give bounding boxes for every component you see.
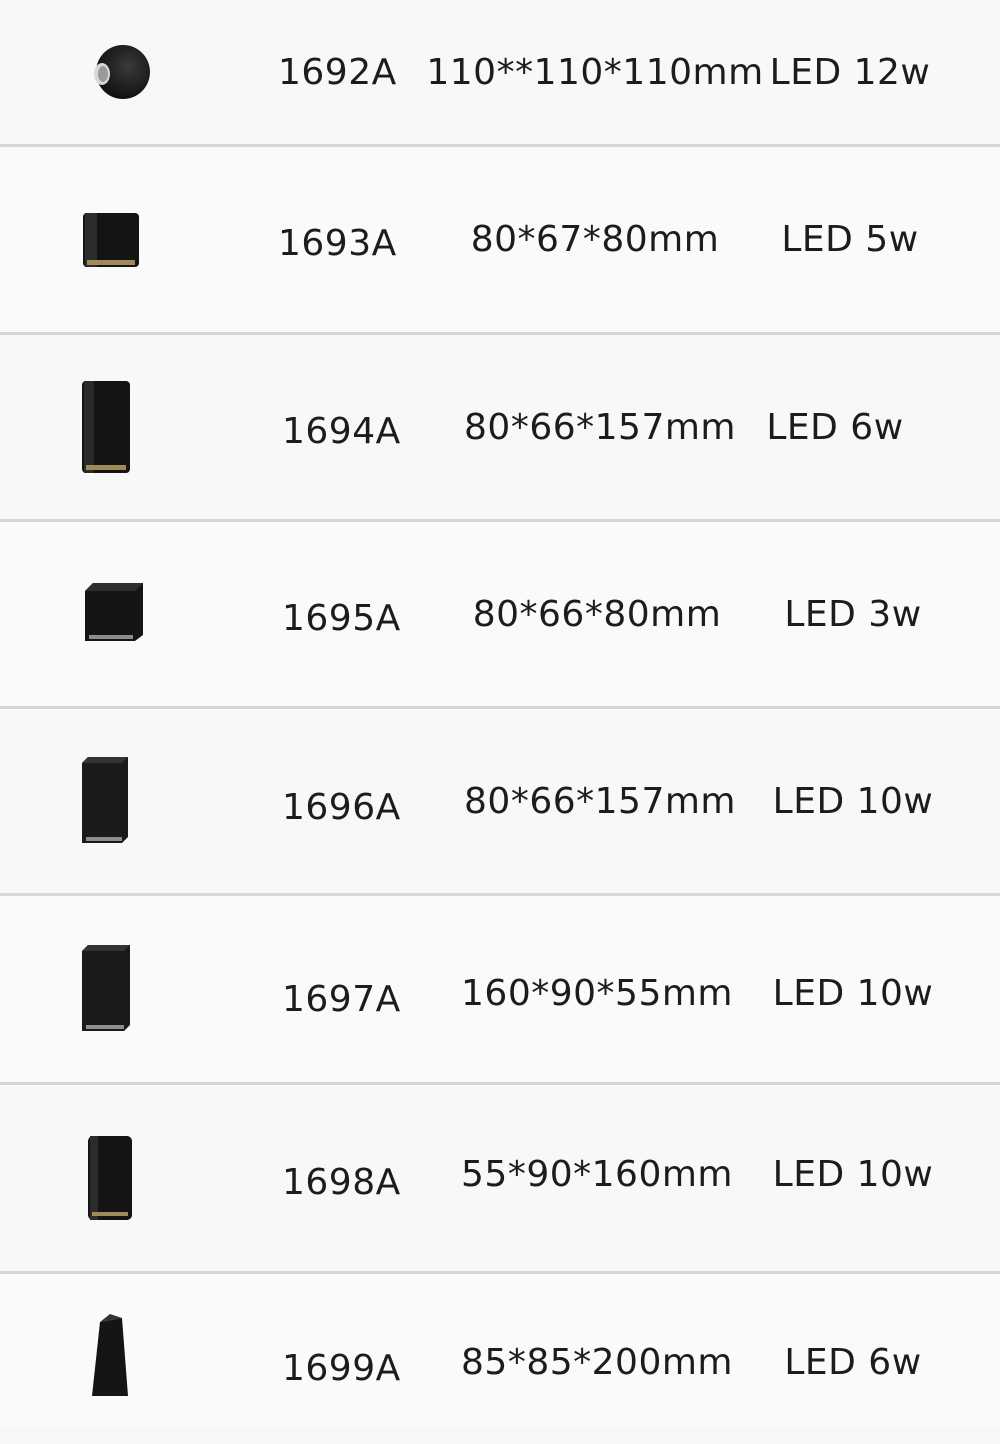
tall-square-light-icon <box>56 896 156 1082</box>
model-number: 1698A <box>282 1161 401 1203</box>
model-number: 1697A <box>282 978 401 1020</box>
round-spot-light-icon <box>70 0 170 144</box>
tall-cylinder-light-icon <box>56 335 156 519</box>
dimensions: 80*66*80mm <box>472 593 722 635</box>
product-spec-table: 1692A 110**110*110mm LED 12w 1693A 80*67… <box>0 0 1000 1426</box>
dimensions: 80*66*157mm <box>464 406 736 448</box>
table-row: 1697A 160*90*55mm LED 10w <box>0 896 1000 1082</box>
tall-rounded-light-icon <box>58 1085 158 1271</box>
tall-square-light-icon <box>56 709 156 893</box>
table-row: 1696A 80*66*157mm LED 10w <box>0 709 1000 893</box>
model-number: 1693A <box>278 223 397 264</box>
power-rating: LED 6w <box>784 1341 922 1383</box>
dimensions: 160*90*55mm <box>461 972 733 1014</box>
power-rating: LED 3w <box>784 593 922 635</box>
power-rating: LED 6w <box>766 406 904 448</box>
table-row: 1692A 110**110*110mm LED 12w <box>0 0 1000 144</box>
model-number: 1699A <box>282 1347 401 1389</box>
power-rating: LED 12w <box>769 51 931 93</box>
square-cube-light-icon <box>58 522 158 706</box>
table-row: 1693A 80*67*80mm LED 5w <box>0 147 1000 332</box>
model-number: 1696A <box>282 786 401 828</box>
dimensions: 80*66*157mm <box>464 780 736 822</box>
model-number: 1695A <box>282 597 401 639</box>
table-row: 1694A 80*66*157mm LED 6w <box>0 335 1000 519</box>
dimensions: 55*90*160mm <box>461 1153 733 1195</box>
model-number: 1692A <box>278 51 397 93</box>
power-rating: LED 10w <box>772 972 934 1014</box>
power-rating: LED 10w <box>772 1153 934 1195</box>
table-row: 1699A 85*85*200mm LED 6w <box>0 1274 1000 1426</box>
tapered-wedge-light-icon <box>60 1274 160 1426</box>
table-row: 1695A 80*66*80mm LED 3w <box>0 522 1000 706</box>
power-rating: LED 10w <box>772 780 934 822</box>
table-row: 1698A 55*90*160mm LED 10w <box>0 1085 1000 1271</box>
dimensions: 80*67*80mm <box>470 219 720 260</box>
short-cylinder-light-icon <box>60 147 160 332</box>
power-rating: LED 5w <box>781 219 919 260</box>
dimensions: 85*85*200mm <box>461 1341 733 1383</box>
model-number: 1694A <box>282 410 401 452</box>
dimensions: 110**110*110mm <box>426 51 764 93</box>
